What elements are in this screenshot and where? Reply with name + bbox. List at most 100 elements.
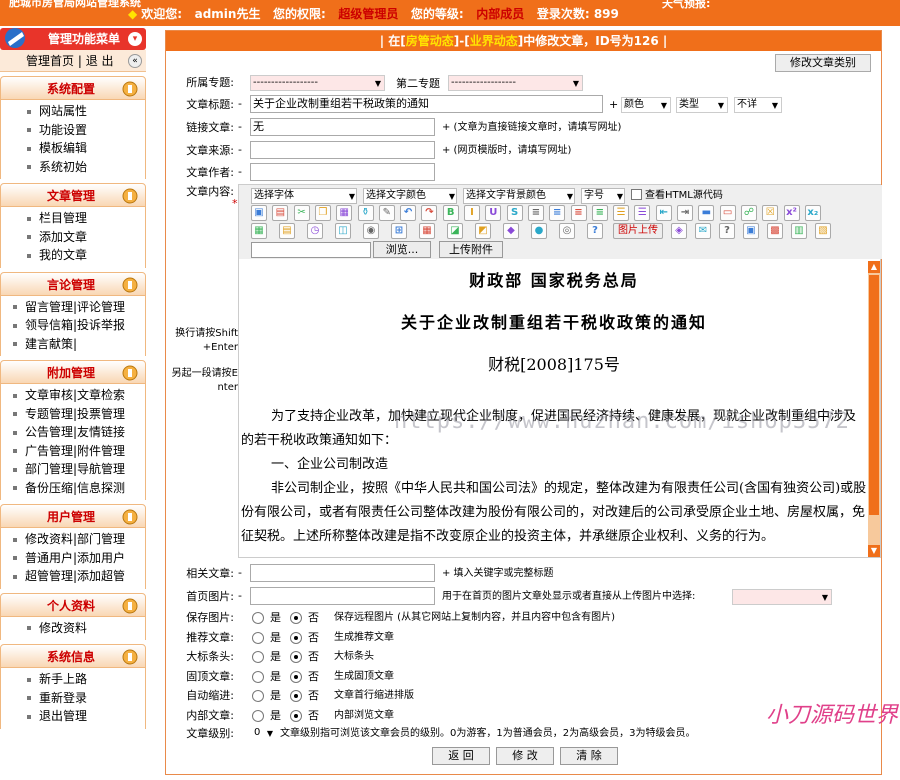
save-images-yes-radio[interactable]: [252, 612, 264, 624]
hr-icon[interactable]: ▬: [698, 205, 715, 221]
grade-select[interactable]: 0 ▼: [252, 726, 276, 742]
subscript-icon[interactable]: x₂: [804, 205, 821, 221]
pin-top-yes-radio[interactable]: [252, 670, 264, 683]
copy-icon[interactable]: ❐: [314, 205, 331, 221]
recommend-no-radio[interactable]: [290, 631, 302, 644]
sidebar-item[interactable]: 建言献策|: [1, 335, 145, 354]
sidebar-item[interactable]: 修改资料: [1, 619, 145, 638]
marquee-icon[interactable]: ◆: [503, 223, 519, 239]
related-input[interactable]: [250, 564, 435, 582]
scroll-up-icon[interactable]: ▲: [868, 261, 880, 273]
layer-icon[interactable]: ◈: [671, 223, 687, 239]
frame-icon[interactable]: ◫: [335, 223, 351, 239]
sidebar-item[interactable]: 修改资料|部门管理: [1, 530, 145, 549]
bg-color-select[interactable]: 选择文字背景颜色 ▼: [463, 188, 575, 204]
sidebar-item[interactable]: 广告管理|附件管理: [1, 442, 145, 461]
mail-icon[interactable]: ✉: [695, 223, 711, 239]
banner-no-radio[interactable]: [290, 651, 302, 663]
sidebar-section-header[interactable]: 文章管理: [0, 183, 146, 207]
author-input[interactable]: [250, 163, 435, 181]
sidebar-item[interactable]: 超管管理|添加超管: [1, 567, 145, 586]
justify-icon[interactable]: ≡: [591, 205, 608, 221]
home-link[interactable]: 管理首页: [26, 54, 74, 68]
banner-yes-radio[interactable]: [252, 651, 264, 663]
text-color-select[interactable]: 选择文字颜色 ▼: [363, 188, 457, 204]
bold-icon[interactable]: B: [442, 205, 459, 221]
format-icon[interactable]: ✎: [378, 205, 395, 221]
image-upload-button[interactable]: 图片上传: [613, 223, 663, 239]
change-category-button[interactable]: 修改文章类别: [775, 54, 871, 72]
file-icon[interactable]: ▧: [815, 223, 831, 239]
redo-icon[interactable]: ↷: [421, 205, 438, 221]
grid-icon[interactable]: ▦: [419, 223, 435, 239]
internal-yes-radio[interactable]: [252, 709, 264, 722]
table-icon[interactable]: ▦: [251, 223, 267, 239]
caption-category-b[interactable]: 业界动态: [470, 34, 518, 48]
record-icon[interactable]: ●: [531, 223, 547, 239]
sidebar-item[interactable]: 备份压缩|信息探测: [1, 479, 145, 498]
image-icon[interactable]: ▩: [767, 223, 783, 239]
internal-no-radio[interactable]: [290, 709, 302, 722]
box-icon[interactable]: ▭: [719, 205, 736, 221]
home-image-input[interactable]: [250, 587, 435, 605]
detail-select[interactable]: 不详 ▼: [734, 97, 782, 113]
question-icon[interactable]: ?: [719, 223, 735, 239]
print-icon[interactable]: ▤: [272, 205, 289, 221]
doc-icon[interactable]: ▥: [791, 223, 807, 239]
sidebar-item[interactable]: 部门管理|导航管理: [1, 460, 145, 479]
chart-icon[interactable]: ◪: [447, 223, 463, 239]
topic-select[interactable]: ------------------ ▼: [250, 75, 385, 91]
save-images-no-radio[interactable]: [290, 612, 302, 624]
clear-button[interactable]: 清 除: [560, 747, 618, 765]
select-all-icon[interactable]: ▣: [251, 205, 267, 221]
superscript-icon[interactable]: x²: [783, 205, 800, 221]
font-select[interactable]: 选择字体 ▼: [251, 188, 357, 204]
unlink-icon[interactable]: ☒: [762, 205, 779, 221]
sidebar-item[interactable]: 留言管理|评论管理: [1, 298, 145, 317]
window-icon[interactable]: ▣: [743, 223, 759, 239]
browse-button[interactable]: 浏览...: [373, 241, 431, 258]
sidebar-section-header[interactable]: 用户管理: [0, 504, 146, 528]
recommend-yes-radio[interactable]: [252, 631, 264, 644]
sidebar-item[interactable]: 退出管理: [1, 707, 145, 726]
title-input[interactable]: 关于企业改制重组若干税政策的通知: [250, 95, 603, 113]
help-icon[interactable]: ?: [587, 223, 603, 239]
logout-link[interactable]: 退 出: [86, 54, 114, 68]
flash-icon[interactable]: ◎: [559, 223, 575, 239]
sidebar-item[interactable]: 重新登录: [1, 689, 145, 708]
paste-text-icon[interactable]: ⚱: [357, 205, 374, 221]
type-select[interactable]: 类型 ▼: [676, 97, 728, 113]
scroll-down-icon[interactable]: ▼: [868, 545, 880, 557]
sidebar-item[interactable]: 专题管理|投票管理: [1, 405, 145, 424]
cut-icon[interactable]: ✂: [293, 205, 310, 221]
source-input[interactable]: [250, 141, 435, 159]
underline-icon[interactable]: U: [485, 205, 502, 221]
sidebar-item[interactable]: 系统初始: [1, 158, 145, 177]
outdent-icon[interactable]: ⇤: [655, 205, 672, 221]
link-input[interactable]: 无: [250, 118, 435, 136]
color-select[interactable]: 颜色 ▼: [621, 97, 671, 113]
html-source-checkbox[interactable]: [631, 189, 642, 200]
sidebar-section-header[interactable]: 附加管理: [0, 360, 146, 384]
indent-icon[interactable]: ⇥: [677, 205, 693, 221]
align-center-icon[interactable]: ≡: [549, 205, 566, 221]
sidebar-item[interactable]: 公告管理|友情链接: [1, 423, 145, 442]
align-right-icon[interactable]: ≡: [570, 205, 587, 221]
sidebar-item[interactable]: 网站属性: [1, 102, 145, 121]
pin-top-no-radio[interactable]: [290, 670, 302, 683]
editor-scrollbar[interactable]: ▲ ▼: [868, 261, 880, 557]
topic2-select[interactable]: ------------------ ▼: [448, 75, 583, 91]
align-left-icon[interactable]: ≡: [527, 205, 544, 221]
undo-icon[interactable]: ↶: [400, 205, 417, 221]
sidebar-item[interactable]: 普通用户|添加用户: [1, 549, 145, 568]
clock-icon[interactable]: ◷: [307, 223, 323, 239]
strikethrough-icon[interactable]: S: [506, 205, 523, 221]
collapse-icon[interactable]: ▾: [128, 32, 142, 46]
sidebar-item[interactable]: 文章审核|文章检索: [1, 386, 145, 405]
font-size-select[interactable]: 字号 ▼: [581, 188, 625, 204]
sidebar-item[interactable]: 我的文章: [1, 246, 145, 265]
back-button[interactable]: 返 回: [432, 747, 490, 765]
sidebar-item[interactable]: 添加文章: [1, 228, 145, 247]
cell-icon[interactable]: ⊞: [391, 223, 407, 239]
caption-category-a[interactable]: 房管动态: [406, 34, 454, 48]
